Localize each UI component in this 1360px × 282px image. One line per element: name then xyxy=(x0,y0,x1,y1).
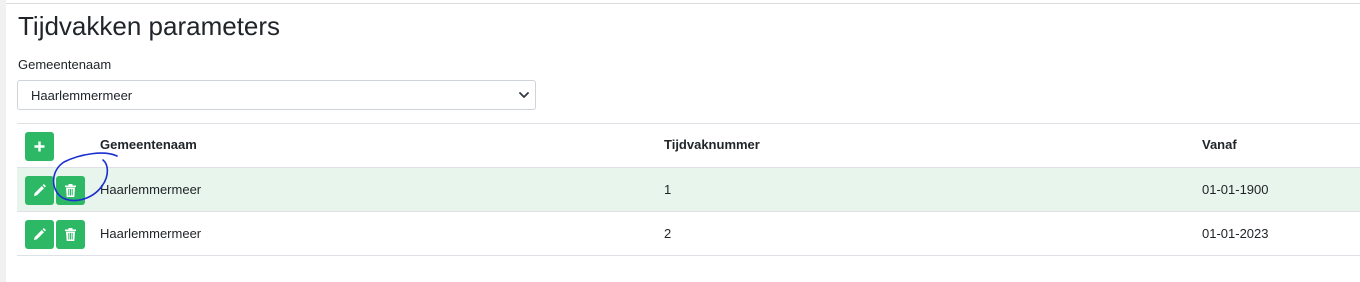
pencil-icon xyxy=(34,228,46,240)
table-row: Haarlemmermeer 1 01-01-1900 xyxy=(17,168,1360,212)
add-tijdvak-button[interactable] xyxy=(25,132,54,161)
row-divider xyxy=(17,255,1360,256)
gemeentenaam-select-value: Haarlemmermeer xyxy=(31,88,133,103)
cell-tijdvaknummer: 2 xyxy=(664,226,672,241)
cell-vanaf: 01-01-2023 xyxy=(1202,226,1269,241)
table-header-row: Gemeentenaam Tijdvaknummer Vanaf xyxy=(17,124,1360,167)
edit-button[interactable] xyxy=(25,220,54,249)
table-row: Haarlemmermeer 2 01-01-2023 xyxy=(17,212,1360,256)
column-header-gemeentenaam[interactable]: Gemeentenaam xyxy=(100,137,197,153)
pencil-icon xyxy=(34,184,46,196)
delete-button[interactable] xyxy=(56,176,85,205)
trash-icon xyxy=(65,228,76,241)
delete-button[interactable] xyxy=(56,220,85,249)
cell-vanaf: 01-01-1900 xyxy=(1202,182,1269,197)
cell-gemeentenaam: Haarlemmermeer xyxy=(100,182,202,197)
trash-icon xyxy=(65,184,76,197)
column-header-vanaf[interactable]: Vanaf xyxy=(1202,137,1237,153)
cell-gemeentenaam: Haarlemmermeer xyxy=(100,226,202,241)
gemeentenaam-filter-label: Gemeentenaam xyxy=(18,57,112,72)
column-header-tijdvaknummer[interactable]: Tijdvaknummer xyxy=(664,137,760,153)
gemeentenaam-select[interactable]: Haarlemmermeer xyxy=(17,80,536,110)
chevron-down-icon xyxy=(519,92,529,98)
top-divider xyxy=(6,3,1360,4)
edit-button[interactable] xyxy=(25,176,54,205)
plus-icon xyxy=(34,141,45,152)
page-title: Tijdvakken parameters xyxy=(18,11,281,41)
cell-tijdvaknummer: 1 xyxy=(664,182,672,197)
left-panel-edge xyxy=(0,0,6,282)
